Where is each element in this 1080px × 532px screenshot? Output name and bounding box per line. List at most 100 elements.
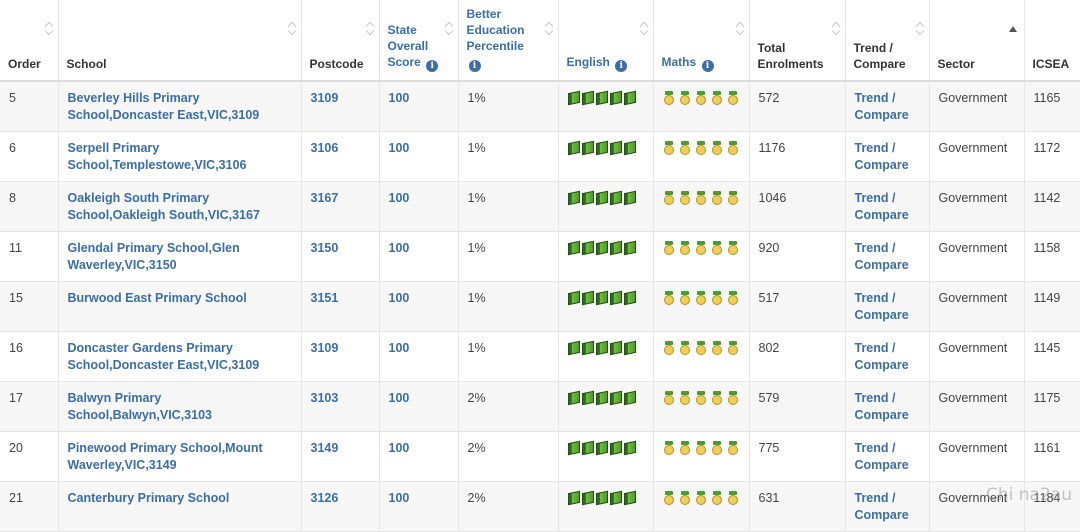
trend-compare-link[interactable]: Trend /Compare (845, 181, 929, 231)
sort-icon[interactable] (45, 22, 53, 36)
sort-icon[interactable] (832, 22, 840, 36)
sort-icon[interactable] (445, 22, 453, 36)
book-icon (568, 91, 580, 106)
enrolments-cell: 775 (749, 431, 845, 481)
medal-icon (679, 341, 691, 356)
postcode-link[interactable]: 3126 (301, 481, 379, 531)
trend-compare-link[interactable]: Trend /Compare (845, 81, 929, 131)
maths-rating (653, 81, 749, 131)
trend-compare-link[interactable]: Trend /Compare (845, 381, 929, 431)
order-cell: 20 (0, 431, 58, 481)
score-link[interactable]: 100 (379, 231, 458, 281)
info-icon[interactable]: i (426, 60, 438, 72)
sort-ascending-icon[interactable] (1009, 26, 1017, 32)
postcode-link[interactable]: 3167 (301, 181, 379, 231)
score-link[interactable]: 100 (379, 381, 458, 431)
percentile-cell: 2% (458, 381, 558, 431)
school-link[interactable]: Balwyn Primary School,Balwyn,VIC,3103 (58, 381, 301, 431)
column-header-percentile[interactable]: BetterEducationPercentile i (458, 0, 558, 81)
medal-icon (727, 141, 739, 156)
info-icon[interactable]: i (702, 60, 714, 72)
column-header-order[interactable]: Order (0, 0, 58, 81)
column-header-english[interactable]: English i (558, 0, 653, 81)
icsea-cell: 1145 (1024, 331, 1080, 381)
trend-compare-link[interactable]: Trend /Compare (845, 431, 929, 481)
school-link[interactable]: Oakleigh South Primary School,Oakleigh S… (58, 181, 301, 231)
trend-compare-link[interactable]: Trend /Compare (845, 231, 929, 281)
column-header-sector[interactable]: Sector (929, 0, 1024, 81)
medal-icon (711, 241, 723, 256)
table-row: 15Burwood East Primary School31511001%51… (0, 281, 1080, 331)
school-link[interactable]: Doncaster Gardens Primary School,Doncast… (58, 331, 301, 381)
table-row: 17Balwyn Primary School,Balwyn,VIC,31033… (0, 381, 1080, 431)
school-link[interactable]: Burwood East Primary School (58, 281, 301, 331)
sort-icon[interactable] (366, 22, 374, 36)
column-header-trend[interactable]: Trend /Compare (845, 0, 929, 81)
school-link[interactable]: Canterbury Primary School (58, 481, 301, 531)
score-link[interactable]: 100 (379, 131, 458, 181)
book-icon (610, 440, 622, 455)
postcode-link[interactable]: 3109 (301, 331, 379, 381)
score-link[interactable]: 100 (379, 481, 458, 531)
sort-icon[interactable] (916, 22, 924, 36)
sort-icon[interactable] (288, 22, 296, 36)
book-icon (624, 91, 636, 106)
book-icon (596, 240, 608, 255)
book-icon (624, 190, 636, 205)
trend-compare-link[interactable]: Trend /Compare (845, 331, 929, 381)
column-header-enrolments[interactable]: TotalEnrolments (749, 0, 845, 81)
percentile-cell: 2% (458, 481, 558, 531)
percentile-cell: 1% (458, 331, 558, 381)
percentile-cell: 1% (458, 181, 558, 231)
column-header-school[interactable]: School (58, 0, 301, 81)
postcode-link[interactable]: 3150 (301, 231, 379, 281)
info-icon[interactable]: i (615, 60, 627, 72)
info-icon[interactable]: i (469, 60, 481, 72)
order-cell: 5 (0, 81, 58, 131)
trend-compare-link[interactable]: Trend /Compare (845, 281, 929, 331)
percentile-cell: 1% (458, 131, 558, 181)
table-row: 11Glendal Primary School,Glen Waverley,V… (0, 231, 1080, 281)
postcode-link[interactable]: 3103 (301, 381, 379, 431)
icsea-cell: 1158 (1024, 231, 1080, 281)
medal-icon (679, 91, 691, 106)
postcode-link[interactable]: 3151 (301, 281, 379, 331)
column-header-postcode[interactable]: Postcode (301, 0, 379, 81)
postcode-link[interactable]: 3149 (301, 431, 379, 481)
order-cell: 17 (0, 381, 58, 431)
school-link[interactable]: Glendal Primary School,Glen Waverley,VIC… (58, 231, 301, 281)
medal-icon (695, 241, 707, 256)
sort-icon[interactable] (640, 22, 648, 36)
sort-icon[interactable] (736, 22, 744, 36)
table-row: 5Beverley Hills Primary School,Doncaster… (0, 81, 1080, 131)
book-icon (582, 340, 594, 355)
medal-icon (679, 241, 691, 256)
score-link[interactable]: 100 (379, 331, 458, 381)
score-link[interactable]: 100 (379, 181, 458, 231)
trend-compare-link[interactable]: Trend /Compare (845, 481, 929, 531)
column-header-maths[interactable]: Maths i (653, 0, 749, 81)
icsea-cell: 1165 (1024, 81, 1080, 131)
medal-icon (711, 491, 723, 506)
enrolments-cell: 1176 (749, 131, 845, 181)
postcode-link[interactable]: 3106 (301, 131, 379, 181)
medal-icon (679, 391, 691, 406)
trend-compare-link[interactable]: Trend /Compare (845, 131, 929, 181)
sector-cell: Government (929, 431, 1024, 481)
medal-icon (727, 91, 739, 106)
column-header-icsea[interactable]: ICSEA (1024, 0, 1080, 81)
order-cell: 21 (0, 481, 58, 531)
score-link[interactable]: 100 (379, 431, 458, 481)
book-icon (596, 91, 608, 106)
school-link[interactable]: Beverley Hills Primary School,Doncaster … (58, 81, 301, 131)
postcode-link[interactable]: 3109 (301, 81, 379, 131)
medal-icon (695, 141, 707, 156)
school-link[interactable]: Serpell Primary School,Templestowe,VIC,3… (58, 131, 301, 181)
score-link[interactable]: 100 (379, 81, 458, 131)
sector-cell: Government (929, 331, 1024, 381)
score-link[interactable]: 100 (379, 281, 458, 331)
school-link[interactable]: Pinewood Primary School,Mount Waverley,V… (58, 431, 301, 481)
sort-icon[interactable] (545, 22, 553, 36)
column-header-state-score[interactable]: StateOverallScore i (379, 0, 458, 81)
medal-icon (663, 441, 675, 456)
